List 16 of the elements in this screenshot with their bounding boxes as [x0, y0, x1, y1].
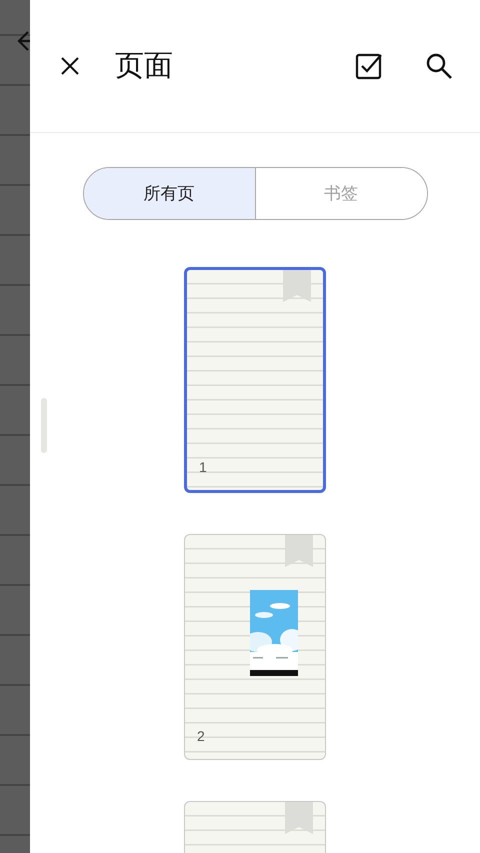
back-arrow-icon[interactable] [16, 30, 30, 52]
page-number: 2 [197, 729, 205, 743]
checkbox-icon [355, 52, 383, 80]
bookmark-icon[interactable] [285, 802, 313, 834]
bookmark-icon[interactable] [283, 270, 311, 302]
scroll-handle[interactable] [41, 398, 47, 453]
bookmark-icon[interactable] [285, 535, 313, 567]
search-icon [425, 52, 453, 80]
page-number: 1 [199, 460, 207, 474]
page-thumbnail[interactable]: 2 [184, 534, 326, 760]
close-icon [60, 56, 80, 76]
tab[interactable]: 所有页 [84, 168, 254, 219]
panel-title: 页面 [115, 52, 173, 80]
search-button[interactable] [424, 51, 454, 81]
page-thumbnail[interactable]: 1 [184, 267, 326, 493]
select-button[interactable] [354, 51, 384, 81]
